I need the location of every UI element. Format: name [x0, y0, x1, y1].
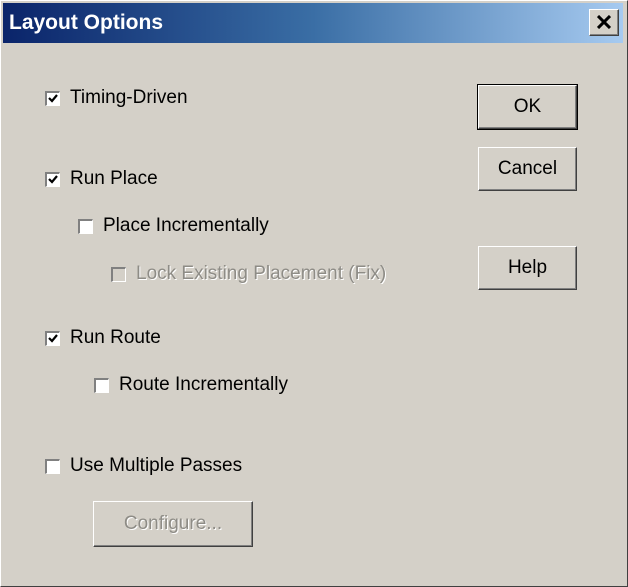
checkmark-icon [48, 174, 58, 184]
close-button[interactable] [589, 9, 619, 36]
cancel-button[interactable]: Cancel [478, 147, 577, 191]
run-place-option[interactable]: Run Place [45, 168, 158, 190]
timing-driven-option[interactable]: Timing-Driven [45, 87, 188, 109]
route-incrementally-checkbox[interactable] [94, 377, 109, 393]
checkmark-icon [48, 93, 58, 103]
route-incrementally-label: Route Incrementally [119, 374, 288, 395]
place-incrementally-label: Place Incrementally [103, 215, 269, 236]
timing-driven-label: Timing-Driven [70, 87, 188, 108]
help-button-label: Help [507, 257, 548, 278]
place-incrementally-checkbox[interactable] [78, 218, 93, 234]
use-multiple-passes-option[interactable]: Use Multiple Passes [45, 455, 242, 477]
route-incrementally-option[interactable]: Route Incrementally [94, 374, 288, 396]
configure-button: Configure... [93, 501, 253, 547]
checkmark-icon [48, 333, 58, 343]
ok-button[interactable]: OK [477, 84, 578, 130]
run-place-checkbox[interactable] [45, 171, 60, 187]
run-place-label: Run Place [70, 168, 158, 189]
run-route-checkbox[interactable] [45, 330, 60, 346]
window-title: Layout Options [9, 11, 163, 34]
layout-options-dialog: Layout Options Timing-Driven Run Place P… [0, 0, 628, 587]
help-button[interactable]: Help [478, 246, 577, 290]
use-multiple-passes-checkbox[interactable] [45, 458, 60, 474]
cancel-button-label: Cancel [497, 158, 558, 179]
use-multiple-passes-label: Use Multiple Passes [70, 455, 243, 476]
run-route-option[interactable]: Run Route [45, 327, 161, 349]
timing-driven-checkbox[interactable] [45, 90, 60, 106]
title-bar[interactable]: Layout Options [3, 3, 623, 43]
run-route-label: Run Route [70, 327, 161, 348]
place-incrementally-option[interactable]: Place Incrementally [78, 215, 269, 237]
lock-existing-placement-label: Lock Existing Placement (Fix) [136, 263, 387, 284]
ok-button-label: OK [513, 96, 542, 117]
configure-button-label: Configure... [123, 513, 223, 534]
lock-existing-placement-checkbox [111, 266, 126, 282]
close-icon [597, 15, 611, 29]
lock-existing-placement-option: Lock Existing Placement (Fix) [111, 263, 386, 285]
